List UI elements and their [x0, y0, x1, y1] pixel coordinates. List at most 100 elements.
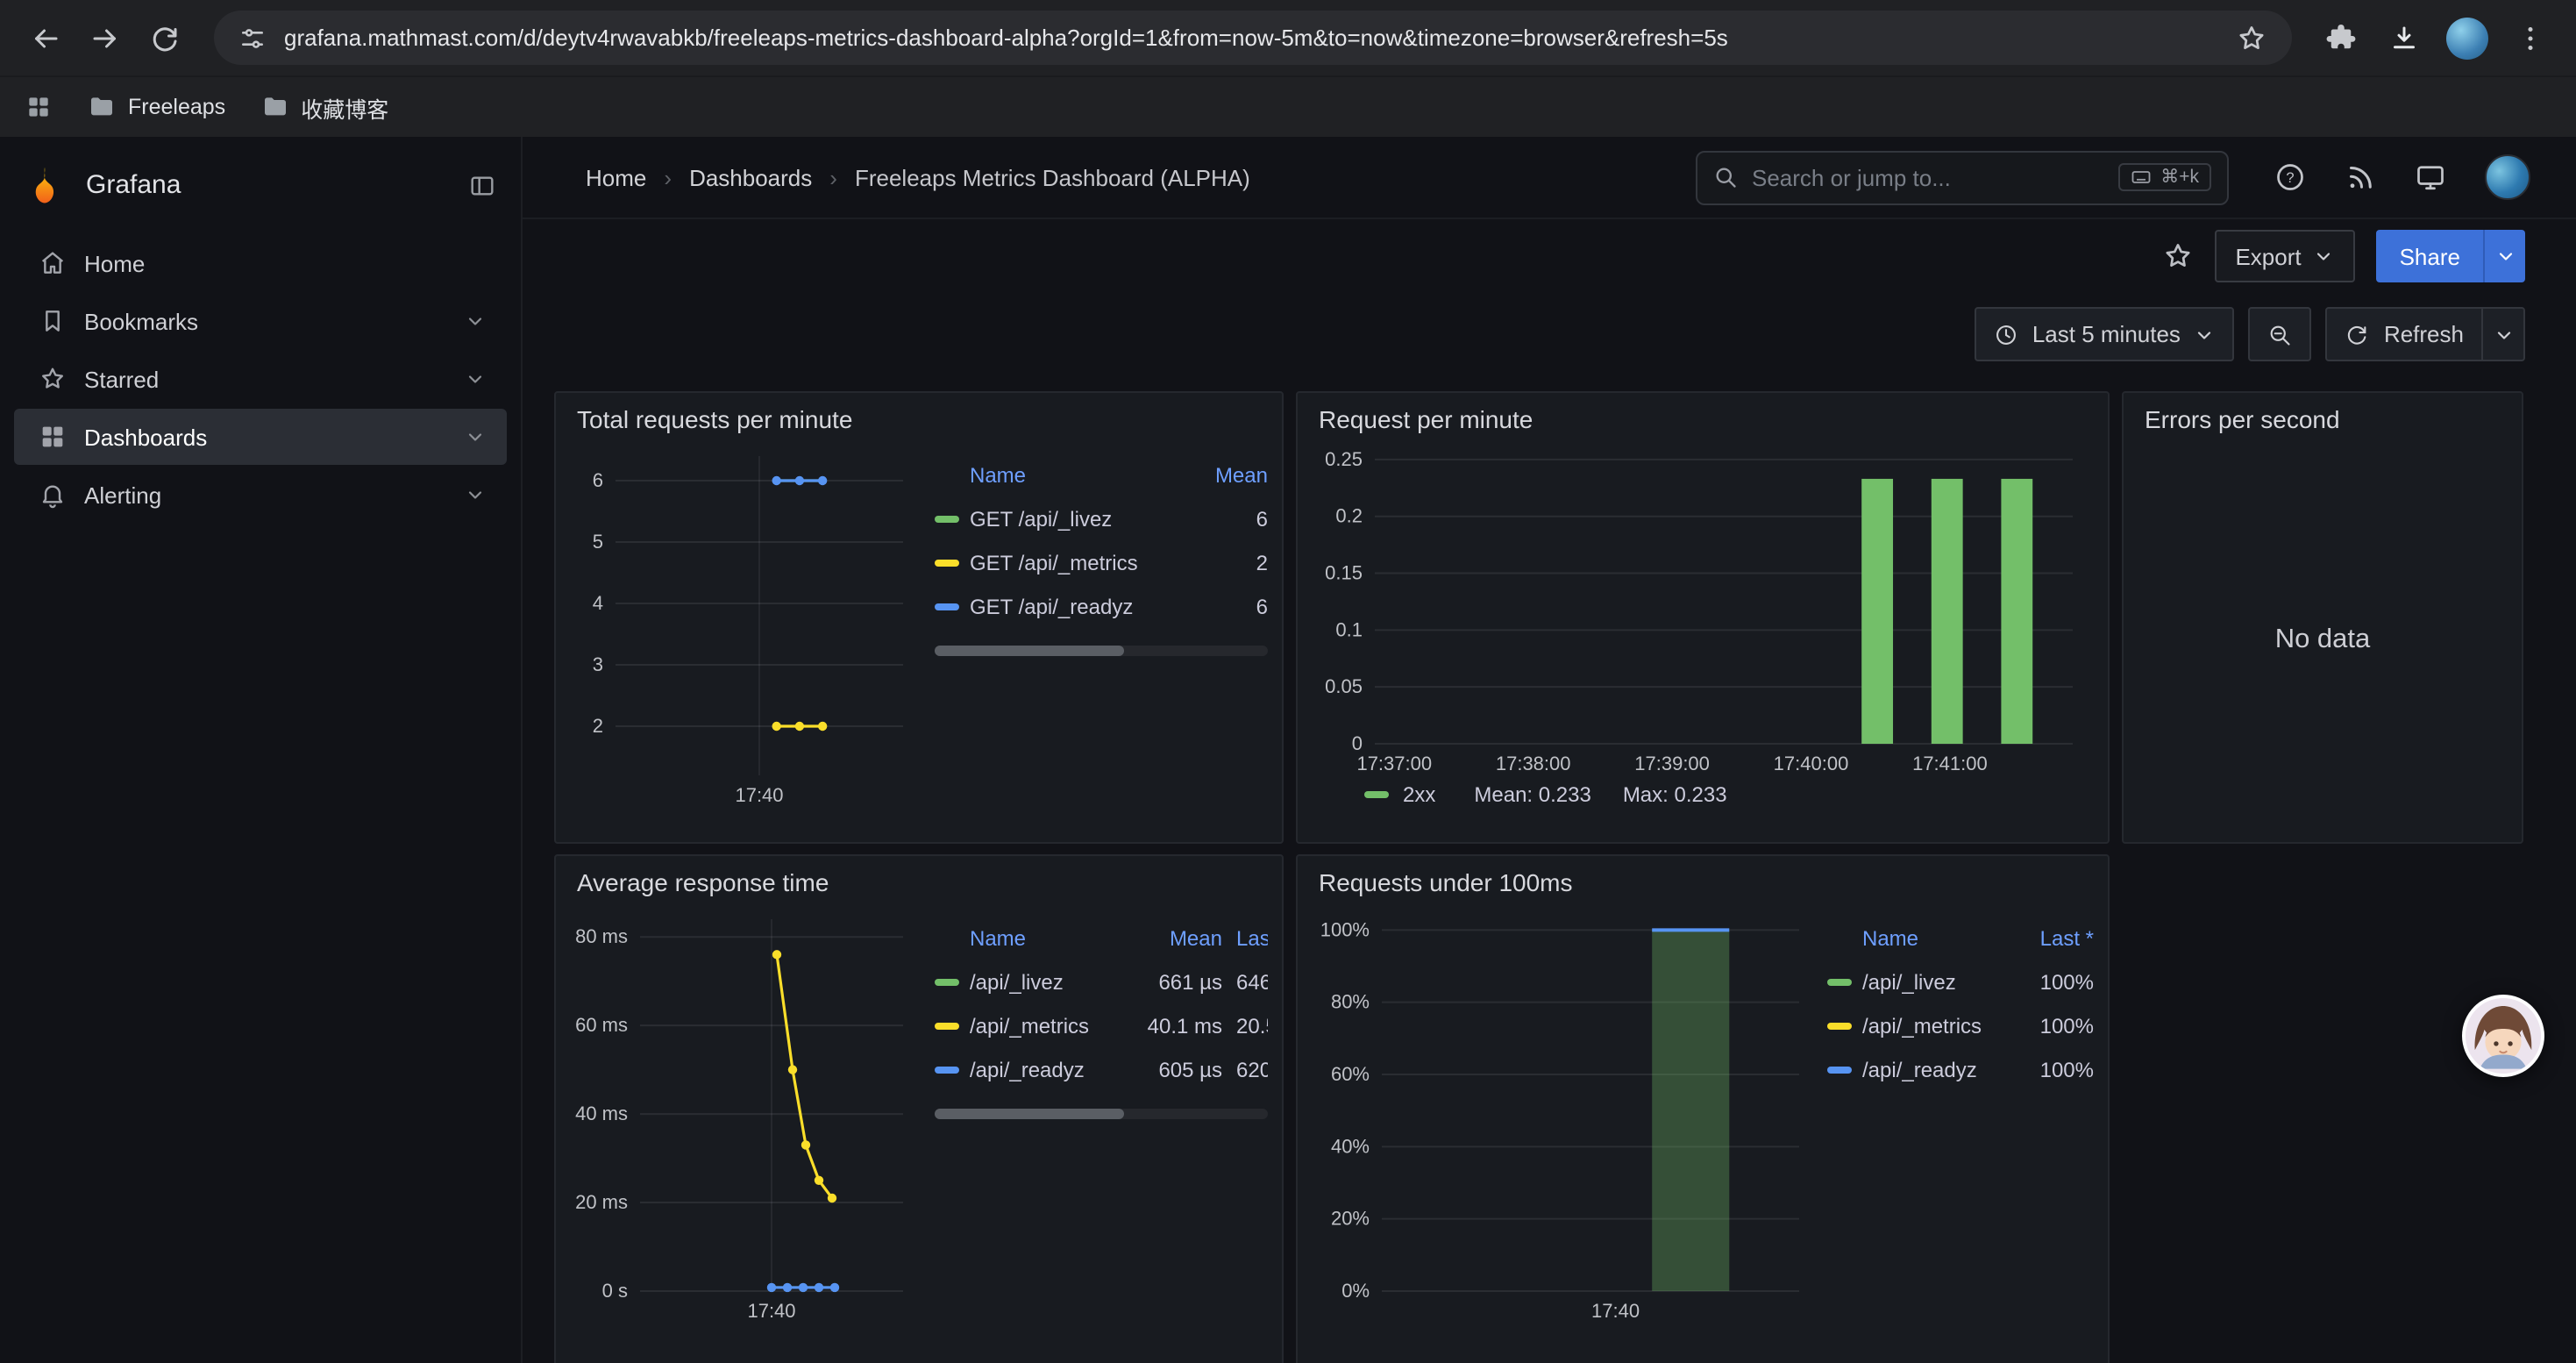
panel-body: 80 ms60 ms40 ms20 ms0 s17:40 Name Mean L… — [556, 902, 1282, 1363]
legend-row[interactable]: /api/_readyz 605 µs 620 — [935, 1047, 1268, 1091]
search-input[interactable]: Search or jump to... ⌘+k — [1696, 150, 2229, 204]
chevron-down-icon[interactable] — [465, 368, 486, 389]
search-placeholder: Search or jump to... — [1752, 164, 1951, 190]
svg-text:0.2: 0.2 — [1335, 505, 1363, 527]
time-range-button[interactable]: Last 5 minutes — [1975, 307, 2235, 361]
reload-icon — [149, 22, 181, 54]
panel-title[interactable]: Average response time — [556, 856, 1282, 902]
breadcrumb-dashboards[interactable]: Dashboards — [689, 164, 812, 190]
legend-inline[interactable]: 2xx Mean: 0.233 Max: 0.233 — [1312, 779, 2094, 817]
sidebar-item-alerting[interactable]: Alerting — [14, 467, 507, 523]
refresh-button[interactable]: Refresh — [2326, 307, 2483, 361]
legend-row[interactable]: /api/_livez 661 µs 646 — [935, 960, 1268, 1003]
chevron-down-icon[interactable] — [465, 484, 486, 505]
browser-menu-button[interactable] — [2502, 10, 2558, 66]
sidebar-item-dashboards[interactable]: Dashboards — [14, 409, 507, 465]
chevron-down-icon — [2493, 324, 2514, 345]
total-requests-chart[interactable]: 6543217:40 — [570, 442, 924, 810]
legend-header-name[interactable]: Name — [970, 925, 1121, 950]
sidebar-item-starred[interactable]: Starred — [14, 351, 507, 407]
under-100ms-chart[interactable]: 100%80%60%40%20%0%17:40 — [1312, 905, 1817, 1326]
toolbar-right — [2313, 10, 2558, 66]
legend-scrollbar[interactable] — [935, 646, 1268, 656]
downloads-button[interactable] — [2376, 10, 2432, 66]
url-bar[interactable]: grafana.mathmast.com/d/deytv4rwavabkb/fr… — [214, 11, 2292, 65]
series-swatch — [935, 515, 959, 522]
refresh-interval-button[interactable] — [2483, 307, 2525, 361]
svg-text:0: 0 — [1352, 732, 1363, 754]
legend-header-last[interactable]: Last * — [2010, 925, 2094, 950]
sidebar-item-label: Alerting — [84, 482, 161, 508]
legend-row[interactable]: GET /api/_metrics 2 — [935, 540, 1268, 584]
forward-button[interactable] — [77, 10, 133, 66]
share-split-button: Share — [2377, 230, 2525, 282]
panel-title[interactable]: Total requests per minute — [556, 393, 1282, 439]
profile-button[interactable] — [2439, 10, 2495, 66]
share-menu-button[interactable] — [2483, 230, 2525, 282]
search-icon — [1713, 165, 1738, 189]
legend-header-last[interactable]: Las — [1222, 925, 1268, 950]
display-button[interactable] — [2415, 161, 2446, 193]
legend-header-mean[interactable]: Mean — [1198, 462, 1268, 487]
svg-text:17:40: 17:40 — [747, 1300, 795, 1322]
panel-title[interactable]: Requests under 100ms — [1298, 856, 2108, 902]
panel-requests-under-100ms: Requests under 100ms 100%80%60%40%20%0%1… — [1296, 854, 2110, 1363]
assistant-avatar[interactable] — [2462, 995, 2544, 1077]
legend-row[interactable]: /api/_metrics 40.1 ms 20.5 m — [935, 1003, 1268, 1047]
svg-text:40 ms: 40 ms — [575, 1103, 628, 1124]
legend-row[interactable]: /api/_livez 100% — [1827, 960, 2094, 1003]
sidebar-item-bookmarks[interactable]: Bookmarks — [14, 293, 507, 349]
legend-row[interactable]: GET /api/_livez 6 — [935, 496, 1268, 540]
refresh-icon — [2345, 322, 2370, 346]
extensions-button[interactable] — [2313, 10, 2369, 66]
avg-response-chart[interactable]: 80 ms60 ms40 ms20 ms0 s17:40 — [570, 905, 924, 1326]
zoom-out-icon — [2268, 322, 2293, 346]
series-name: 2xx — [1403, 782, 1435, 807]
site-info-icon[interactable] — [238, 24, 267, 52]
scrollbar-thumb[interactable] — [935, 1109, 1125, 1119]
legend-row[interactable]: GET /api/_readyz 6 — [935, 584, 1268, 628]
svg-text:17:40:00: 17:40:00 — [1774, 753, 1849, 774]
dock-menu-button[interactable] — [468, 171, 496, 199]
back-button[interactable] — [18, 10, 74, 66]
sidebar: Grafana Home Bookmarks — [0, 137, 523, 1363]
arrow-left-icon — [30, 22, 61, 54]
bookmark-folder-blogs[interactable]: 收藏博客 — [260, 90, 388, 124]
series-swatch — [935, 1066, 959, 1073]
breadcrumb-home[interactable]: Home — [586, 164, 646, 190]
series-name: /api/_metrics — [1862, 1013, 2010, 1038]
news-button[interactable] — [2345, 161, 2376, 193]
share-button[interactable]: Share — [2377, 230, 2483, 282]
grafana-avatar — [2485, 154, 2530, 200]
scrollbar-thumb[interactable] — [935, 646, 1125, 656]
zoom-out-button[interactable] — [2249, 307, 2312, 361]
panel-errors-per-second: Errors per second No data — [2122, 391, 2523, 844]
panel-title[interactable]: Errors per second — [2124, 393, 2522, 439]
favorite-dashboard-button[interactable] — [2161, 240, 2193, 272]
legend-row[interactable]: /api/_readyz 100% — [1827, 1047, 2094, 1091]
breadcrumb-separator: › — [829, 164, 837, 190]
legend-header-name[interactable]: Name — [1862, 925, 2010, 950]
legend-row[interactable]: /api/_metrics 100% — [1827, 1003, 2094, 1047]
help-button[interactable]: ? — [2274, 161, 2306, 193]
bookmark-folder-freeleaps[interactable]: Freeleaps — [88, 93, 225, 121]
series-last: 100% — [2010, 1057, 2094, 1081]
sidebar-item-label: Dashboards — [84, 424, 207, 450]
chevron-down-icon[interactable] — [465, 426, 486, 447]
user-profile-button[interactable] — [2485, 154, 2530, 200]
legend-header-mean[interactable]: Mean — [1121, 925, 1222, 950]
rss-icon — [2345, 161, 2376, 193]
svg-text:17:37:00: 17:37:00 — [1356, 753, 1432, 774]
export-button[interactable]: Export — [2214, 230, 2355, 282]
series-mean: 6 — [1198, 594, 1268, 618]
sidebar-item-home[interactable]: Home — [14, 235, 507, 291]
dock-panel-icon — [468, 171, 496, 199]
apps-shortcut-button[interactable] — [25, 93, 53, 121]
chevron-down-icon[interactable] — [465, 310, 486, 332]
panel-title[interactable]: Request per minute — [1298, 393, 2108, 439]
bookmark-star-icon[interactable] — [2236, 22, 2267, 54]
legend-scrollbar[interactable] — [935, 1109, 1268, 1119]
legend-header-name[interactable]: Name — [970, 462, 1198, 487]
reload-button[interactable] — [137, 10, 193, 66]
request-per-minute-chart[interactable]: 0.250.20.150.10.05017:37:0017:38:0017:39… — [1312, 442, 2090, 779]
